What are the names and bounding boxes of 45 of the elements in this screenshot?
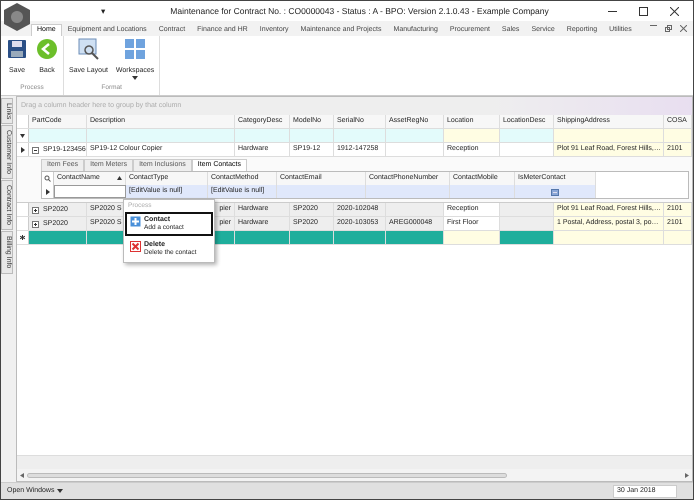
filter-cell[interactable] <box>554 129 664 142</box>
current-row-marker <box>46 188 50 194</box>
filter-cell[interactable] <box>290 129 334 142</box>
close-icon[interactable] <box>670 6 679 16</box>
magnifier-icon <box>77 38 100 60</box>
collapse-icon[interactable] <box>32 146 39 154</box>
maximize-icon[interactable] <box>639 6 648 16</box>
new-row-cell[interactable] <box>29 231 87 244</box>
horizontal-scrollbar[interactable] <box>17 469 692 481</box>
filter-cell[interactable] <box>29 129 87 142</box>
search-icon <box>44 175 51 182</box>
checkbox-icon[interactable] <box>551 188 559 196</box>
save-icon <box>6 38 28 60</box>
window-title: Maintenance for Contract No. : CO0000043 - Status : A - BPO: Version 2.1.0.43 - Example Company <box>169 6 550 16</box>
new-row-cell[interactable] <box>500 231 554 244</box>
filter-cell[interactable] <box>664 129 692 142</box>
filter-icon <box>20 134 25 138</box>
new-row-cell[interactable] <box>554 231 664 244</box>
grid-icon <box>124 38 146 60</box>
new-row-icon <box>20 235 25 240</box>
new-row-cell[interactable] <box>235 231 290 244</box>
new-row-cell[interactable] <box>386 231 444 244</box>
new-row-cell[interactable] <box>290 231 334 244</box>
new-row-cell[interactable] <box>334 231 386 244</box>
filter-cell[interactable] <box>444 129 500 142</box>
filter-cell[interactable] <box>87 129 235 142</box>
new-row-cell[interactable] <box>664 231 692 244</box>
scroll-right-icon[interactable] <box>685 472 689 478</box>
new-row-cell[interactable] <box>444 231 500 244</box>
input-field[interactable] <box>54 185 126 198</box>
minimize-icon[interactable] <box>608 10 617 12</box>
caret-icon[interactable] <box>57 489 64 493</box>
quick-access-dropdown[interactable]: ▾ <box>101 6 106 16</box>
filter-cell[interactable] <box>235 129 290 142</box>
current-row-marker <box>20 146 24 152</box>
filter-cell[interactable] <box>334 129 386 142</box>
restore-icon[interactable] <box>665 25 672 32</box>
delete-icon <box>130 240 141 252</box>
add-contact-icon <box>130 216 141 228</box>
scroll-left-icon[interactable] <box>20 472 24 478</box>
filter-cell[interactable] <box>386 129 444 142</box>
scrollbar-thumb[interactable] <box>27 472 507 478</box>
expand-icon[interactable] <box>32 220 39 228</box>
expand-icon[interactable] <box>32 206 39 214</box>
filter-cell[interactable] <box>500 129 554 142</box>
